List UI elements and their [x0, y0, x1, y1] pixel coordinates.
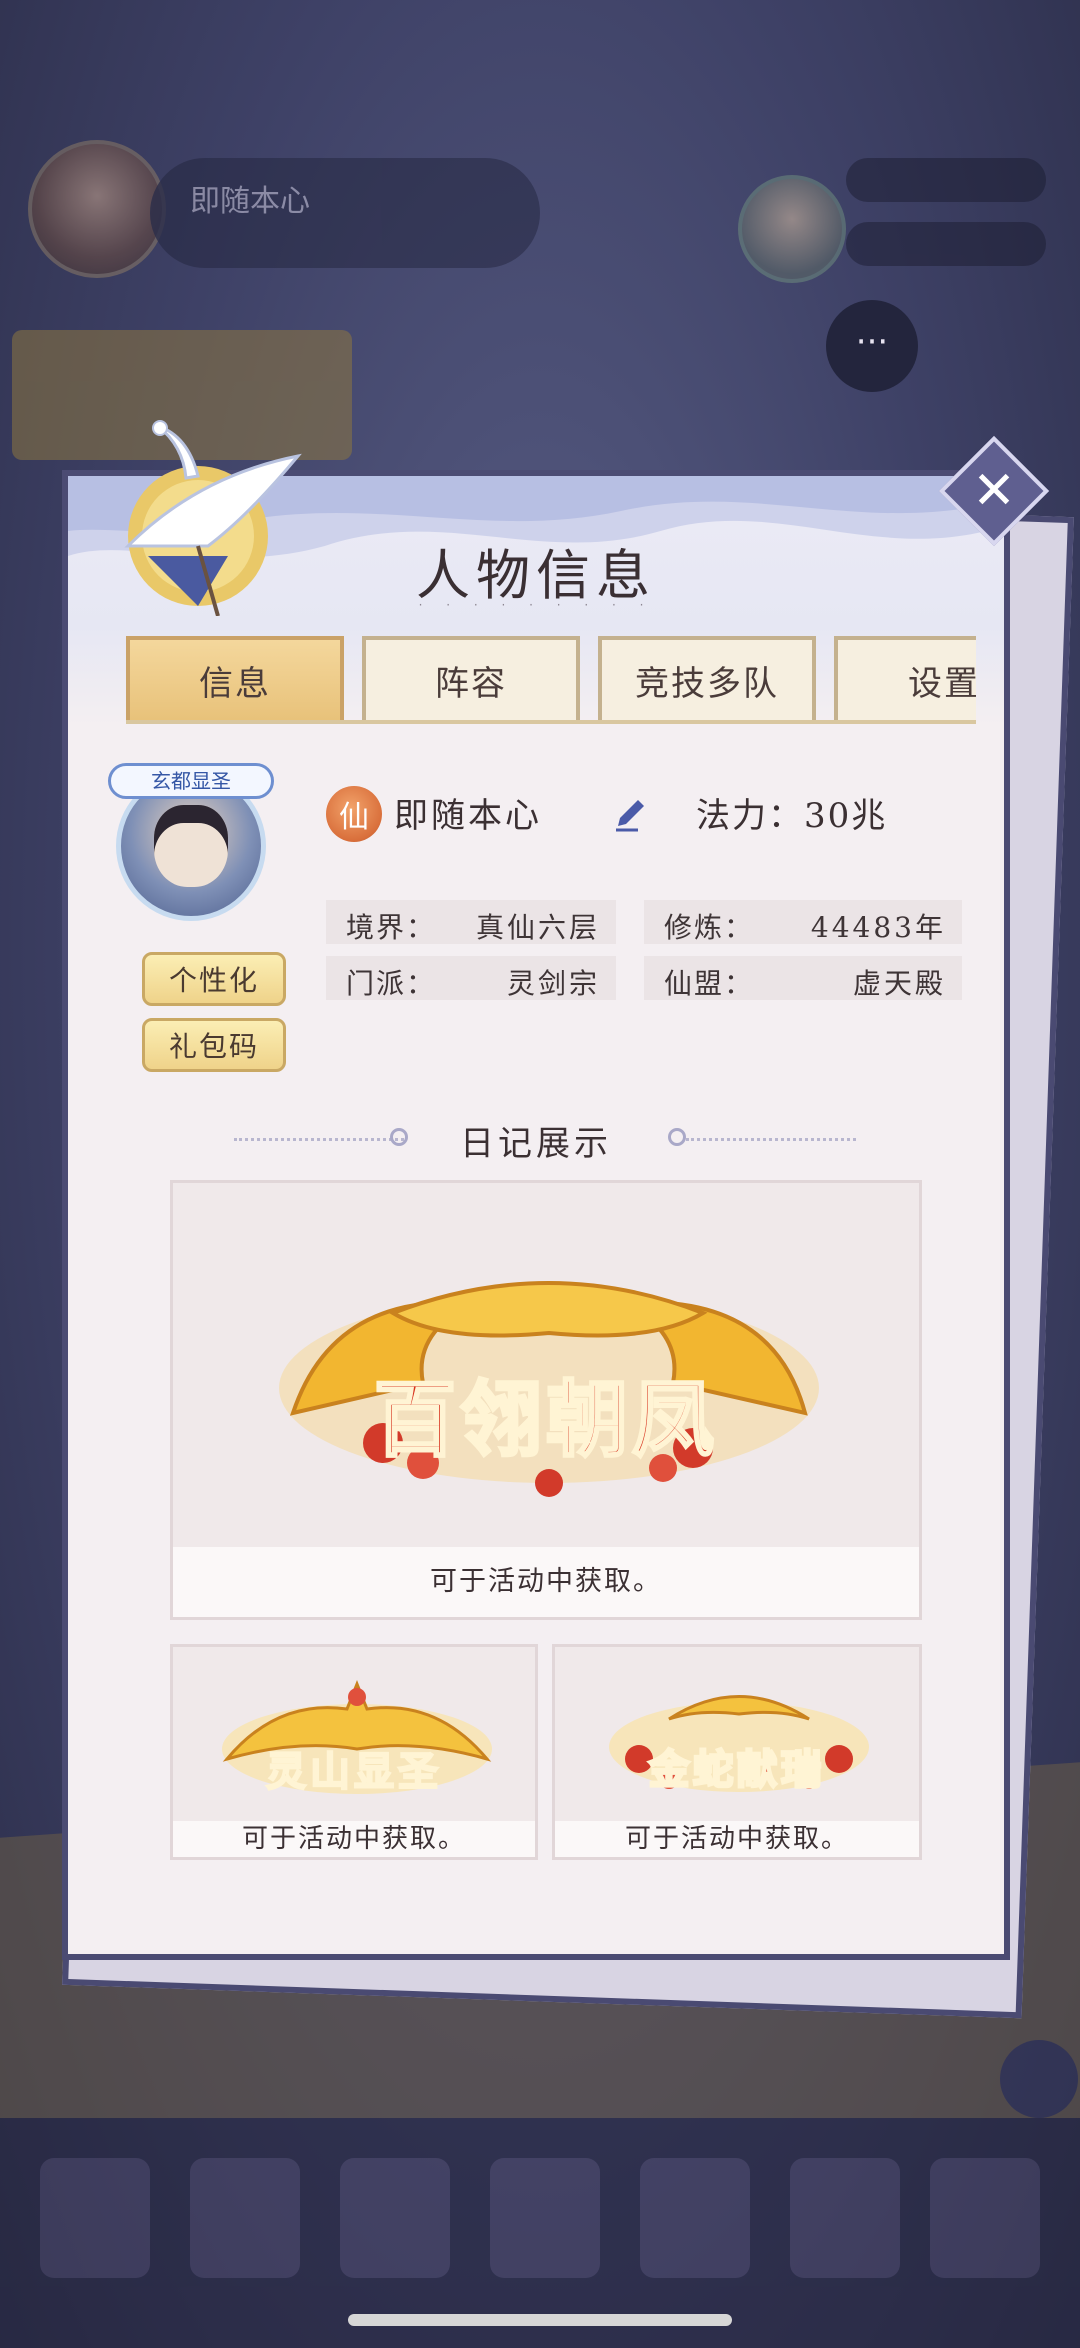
gift-code-label: 礼包码 [168, 1030, 259, 1063]
gift-code-button[interactable]: 礼包码 [142, 1018, 286, 1072]
golden-snake-emblem-title: 金蛇献瑞 [648, 1745, 825, 1795]
tab-label: 设置 [908, 663, 976, 704]
avatar-title-badge: 玄都显圣 [108, 763, 274, 799]
power-readout: 法力：30兆 [696, 788, 887, 837]
background-nav-slot [340, 2158, 450, 2278]
stat-value: 灵剑宗 [506, 967, 600, 1000]
background-companion-avatar [738, 175, 846, 283]
stat-label: 修炼： [664, 911, 755, 944]
stat-value: 真仙六层 [475, 911, 600, 944]
background-nav-slot [930, 2158, 1040, 2278]
background-nav-slot [640, 2158, 750, 2278]
diary-card-featured[interactable]: 百翎朝凤 可于活动中获取。 [170, 1180, 922, 1620]
background-player-avatar [28, 140, 166, 278]
tab-label: 信息 [199, 663, 271, 704]
background-nav-slot [40, 2158, 150, 2278]
lingshan-emblem-title: 灵山显圣 [265, 1747, 442, 1796]
stat-alliance: 仙盟： 虚天殿 [644, 956, 962, 1000]
close-icon: ✕ [972, 461, 1016, 521]
edit-name-icon[interactable] [608, 792, 652, 836]
background-nav-slot [790, 2158, 900, 2278]
featured-emblem-title: 百翎朝凤 [372, 1371, 718, 1470]
card-caption: 可于活动中获取。 [173, 1821, 535, 1857]
tab-label: 阵容 [435, 663, 507, 704]
stat-value: 虚天殿 [852, 967, 946, 1000]
stat-value: 44483年 [810, 911, 946, 944]
stat-label: 仙盟： [664, 967, 755, 1000]
diary-section-title: 日记展示 [460, 1124, 612, 1164]
tab-info[interactable]: 信息 [126, 636, 344, 720]
background-player-name: 即随本心 [190, 184, 310, 219]
background-nav-slot [490, 2158, 600, 2278]
tab-arena-teams[interactable]: 竞技多队 [598, 636, 816, 720]
player-name: 即随本心 [394, 796, 542, 836]
home-indicator[interactable] [348, 2314, 732, 2326]
stat-cultivation: 修炼： 44483年 [644, 900, 962, 944]
chat-bubble-icon [826, 300, 918, 392]
power-value: 30兆 [804, 796, 888, 836]
crane-emblem-icon [124, 420, 302, 616]
immortal-rank-icon: 仙 [326, 786, 382, 842]
background-resource-pill [846, 222, 1046, 266]
tab-lineup[interactable]: 阵容 [362, 636, 580, 720]
card-caption: 可于活动中获取。 [555, 1821, 919, 1857]
power-label: 法力： [696, 796, 804, 836]
stat-realm: 境界： 真仙六层 [326, 900, 616, 944]
character-info-modal: 人物信息 · · · · · · · · · 信息 阵容 竞技多队 设置 玄都显… [62, 420, 1010, 1960]
background-settings-icon [1000, 2040, 1078, 2118]
diary-card-lingshan[interactable]: 灵山显圣 可于活动中获取。 [170, 1644, 538, 1860]
stat-label: 门派： [346, 967, 437, 1000]
background-player-namebar: 即随本心 [150, 158, 540, 268]
card-caption: 可于活动中获取。 [173, 1547, 919, 1617]
personalize-label: 个性化 [168, 964, 259, 997]
tab-settings[interactable]: 设置 [834, 636, 976, 720]
background-resource-pill [846, 158, 1046, 202]
stat-sect: 门派： 灵剑宗 [326, 956, 616, 1000]
diary-card-golden-snake[interactable]: 金蛇献瑞 可于活动中获取。 [552, 1644, 922, 1860]
tab-label: 竞技多队 [635, 663, 779, 704]
tab-divider [126, 720, 976, 724]
avatar-portrait [154, 805, 228, 887]
personalize-button[interactable]: 个性化 [142, 952, 286, 1006]
stat-label: 境界： [346, 911, 437, 944]
player-avatar[interactable]: 玄都显圣 [108, 763, 274, 921]
background-nav-slot [190, 2158, 300, 2278]
